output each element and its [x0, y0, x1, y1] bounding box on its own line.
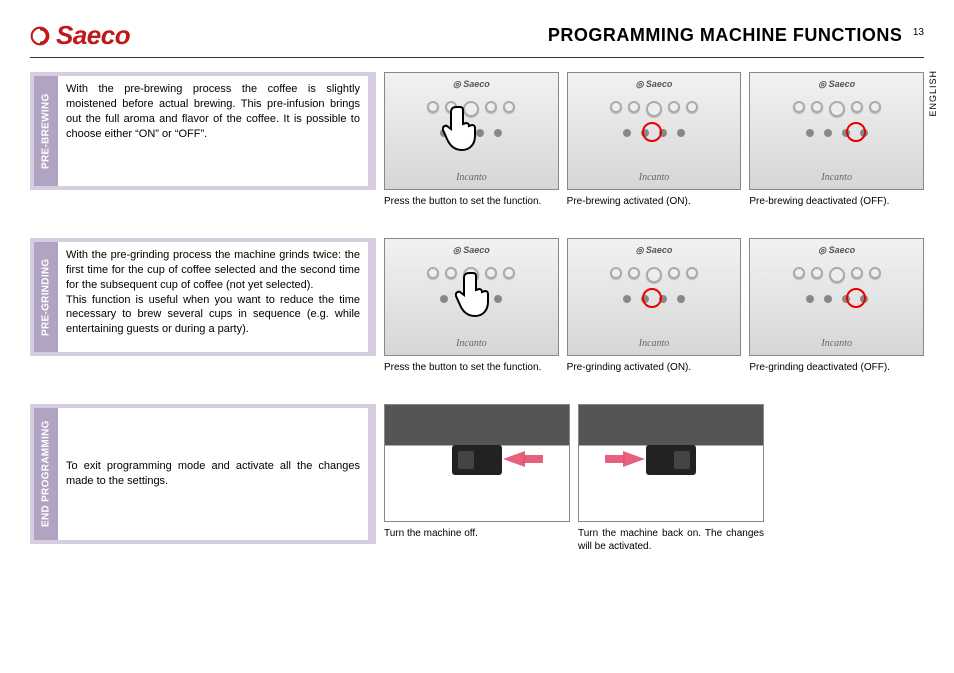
highlight-ring-icon	[642, 288, 662, 308]
caption: Pre-brewing activated (ON).	[567, 195, 742, 208]
caption: Pre-grinding activated (ON).	[567, 361, 742, 374]
thumb-activated: ◎ Saeco Incanto Pre-brewing activated (O…	[567, 72, 742, 208]
manual-page: Saeco PROGRAMMING MACHINE FUNCTIONS 13 E…	[0, 0, 954, 673]
brand-name: Saeco	[56, 20, 130, 51]
power-switch-icon	[646, 445, 696, 475]
power-switch-icon	[452, 445, 502, 475]
panel-illustration: ◎ Saeco Incanto	[567, 72, 742, 190]
thumb-press-button: ◎ Saeco Incanto Press the button to set …	[384, 72, 559, 208]
section-text-end-programming: To exit programming mode and activate al…	[58, 408, 368, 540]
section-thumbs-pre-brewing: ◎ Saeco Incanto Press the button to set …	[384, 72, 924, 208]
section-pre-grinding: PRE-GRINDING With the pre-grinding proce…	[30, 238, 924, 374]
thumb-activated: ◎ Saeco Incanto Pre-grinding activated (…	[567, 238, 742, 374]
caption: Press the button to set the function.	[384, 361, 559, 374]
panel-model: Incanto	[385, 172, 558, 183]
arrow-left-icon	[503, 451, 525, 467]
caption: Pre-brewing deactivated (OFF).	[749, 195, 924, 208]
page-title: PROGRAMMING MACHINE FUNCTIONS	[548, 25, 903, 45]
section-label-pre-grinding: PRE-GRINDING	[34, 242, 58, 352]
language-tab: ENGLISH	[928, 70, 938, 117]
panel-illustration: ◎ Saeco Incanto	[567, 238, 742, 356]
section-header-block: END PROGRAMMING To exit programming mode…	[30, 404, 376, 544]
switch-illustration-off	[384, 404, 570, 522]
panel-illustration: ◎ Saeco Incanto	[749, 238, 924, 356]
thumb-turn-off: Turn the machine off.	[384, 404, 570, 553]
switch-illustration-on	[578, 404, 764, 522]
section-header-block: PRE-GRINDING With the pre-grinding proce…	[30, 238, 376, 356]
caption: Press the button to set the function.	[384, 195, 559, 208]
section-text-pre-grinding: With the pre-grinding process the machin…	[58, 242, 368, 352]
page-header: Saeco PROGRAMMING MACHINE FUNCTIONS 13	[30, 20, 924, 58]
section-end-programming: END PROGRAMMING To exit programming mode…	[30, 404, 924, 553]
thumb-deactivated: ◎ Saeco Incanto Pre-grinding deactivated…	[749, 238, 924, 374]
page-number: 13	[913, 27, 924, 38]
panel-illustration: ◎ Saeco Incanto	[384, 238, 559, 356]
highlight-ring-icon	[642, 122, 662, 142]
section-pre-brewing: PRE-BREWING With the pre-brewing process…	[30, 72, 924, 208]
thumb-press-button: ◎ Saeco Incanto Press the button to set …	[384, 238, 559, 374]
brand-logo: Saeco	[30, 20, 130, 51]
section-text-pre-brewing: With the pre-brewing process the coffee …	[58, 76, 368, 186]
highlight-ring-icon	[846, 122, 866, 142]
caption: Turn the machine off.	[384, 527, 570, 540]
section-label-end-programming: END PROGRAMMING	[34, 408, 58, 540]
arrow-right-icon	[623, 451, 645, 467]
panel-illustration: ◎ Saeco Incanto	[749, 72, 924, 190]
saeco-swirl-icon	[30, 26, 50, 46]
page-title-wrap: PROGRAMMING MACHINE FUNCTIONS 13	[548, 25, 924, 46]
caption: Turn the machine back on. The changes wi…	[578, 527, 764, 553]
section-thumbs-end-programming: Turn the machine off. Turn the machine b…	[384, 404, 764, 553]
panel-illustration: ◎ Saeco Incanto	[384, 72, 559, 190]
thumb-turn-on: Turn the machine back on. The changes wi…	[578, 404, 764, 553]
section-thumbs-pre-grinding: ◎ Saeco Incanto Press the button to set …	[384, 238, 924, 374]
highlight-ring-icon	[846, 288, 866, 308]
section-header-block: PRE-BREWING With the pre-brewing process…	[30, 72, 376, 190]
panel-brand-icon: ◎ Saeco	[385, 79, 558, 90]
pointing-hand-icon	[442, 103, 482, 153]
pointing-hand-icon	[455, 269, 495, 319]
caption: Pre-grinding deactivated (OFF).	[749, 361, 924, 374]
section-label-pre-brewing: PRE-BREWING	[34, 76, 58, 186]
thumb-deactivated: ◎ Saeco Incanto Pre-brewing deactivated …	[749, 72, 924, 208]
